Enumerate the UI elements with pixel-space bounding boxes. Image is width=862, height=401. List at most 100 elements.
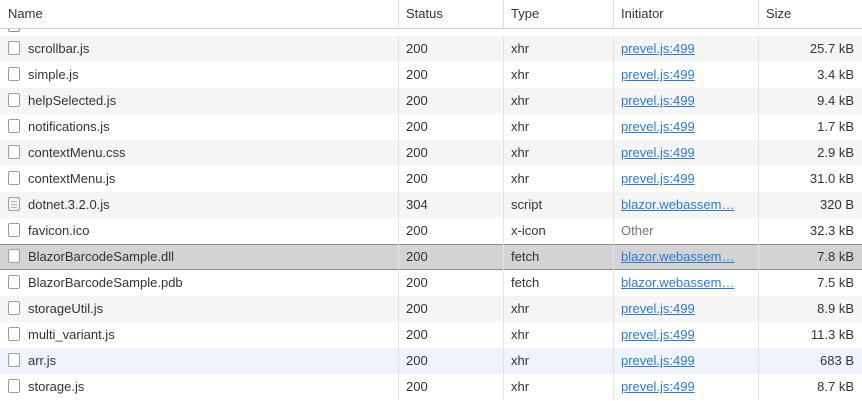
initiator-link[interactable]: prevel.js:499 (621, 67, 695, 82)
initiator-link[interactable]: blazor.webassem… (621, 249, 734, 264)
initiator-link[interactable]: prevel.js:499 (621, 327, 695, 342)
table-row[interactable]: helpSelected.js 200 xhr prevel.js:499 9.… (0, 88, 862, 114)
name-cell: multi_variant.js (0, 322, 398, 348)
initiator-cell: blazor.webassem… (613, 270, 758, 296)
file-name: dotnet.3.2.0.js (28, 197, 110, 212)
status-cell: 200 (398, 88, 503, 114)
name-cell: favicon.ico (0, 218, 398, 244)
file-name: multi_variant.js (28, 327, 115, 342)
size-cell: 25.7 kB (758, 36, 862, 62)
initiator-cell: prevel.js:499 (613, 166, 758, 192)
table-row[interactable]: contextMenu.js 200 xhr prevel.js:499 31.… (0, 166, 862, 192)
initiator-link[interactable]: blazor.webassem… (621, 197, 734, 212)
table-row[interactable]: notifications.js 200 xhr prevel.js:499 1… (0, 114, 862, 140)
size-cell: 2.9 kB (758, 140, 862, 166)
name-cell: simple.js (0, 62, 398, 88)
initiator-cell: prevel.js:499 (613, 62, 758, 88)
initiator-cell: prevel.js:499 (613, 140, 758, 166)
type-cell: xhr (503, 296, 613, 322)
file-icon (8, 353, 20, 367)
partially-scrolled-row[interactable] (0, 29, 862, 36)
table-body: scrollbar.js 200 xhr prevel.js:499 25.7 … (0, 29, 862, 400)
file-name: contextMenu.css (28, 145, 126, 160)
file-icon (8, 29, 20, 32)
table-row[interactable]: storageUtil.js 200 xhr prevel.js:499 8.9… (0, 296, 862, 322)
name-cell: storage.js (0, 374, 398, 400)
table-row[interactable]: arr.js 200 xhr prevel.js:499 683 B (0, 348, 862, 374)
initiator-link[interactable]: prevel.js:499 (621, 353, 695, 368)
file-name: favicon.ico (28, 223, 89, 238)
initiator-link[interactable]: prevel.js:499 (621, 171, 695, 186)
size-cell: 683 B (758, 348, 862, 374)
name-cell: BlazorBarcodeSample.dll (0, 244, 398, 270)
file-name: BlazorBarcodeSample.pdb (28, 275, 183, 290)
column-header-status[interactable]: Status (398, 0, 503, 28)
name-cell: contextMenu.js (0, 166, 398, 192)
size-cell: 32.3 kB (758, 218, 862, 244)
status-cell: 200 (398, 166, 503, 192)
file-icon (8, 119, 20, 133)
initiator-cell: blazor.webassem… (613, 192, 758, 218)
initiator-text: Other (621, 223, 654, 238)
column-header-size[interactable]: Size (758, 0, 862, 28)
file-name: BlazorBarcodeSample.dll (28, 249, 174, 264)
table-row[interactable]: contextMenu.css 200 xhr prevel.js:499 2.… (0, 140, 862, 166)
size-cell: 9.4 kB (758, 88, 862, 114)
table-row[interactable]: BlazorBarcodeSample.pdb 200 fetch blazor… (0, 270, 862, 296)
table-row[interactable]: multi_variant.js 200 xhr prevel.js:499 1… (0, 322, 862, 348)
size-cell: 8.7 kB (758, 374, 862, 400)
status-cell: 200 (398, 62, 503, 88)
column-header-initiator[interactable]: Initiator (613, 0, 758, 28)
status-cell: 200 (398, 374, 503, 400)
type-cell: xhr (503, 114, 613, 140)
table-row[interactable]: simple.js 200 xhr prevel.js:499 3.4 kB (0, 62, 862, 88)
initiator-link[interactable]: prevel.js:499 (621, 41, 695, 56)
name-cell: arr.js (0, 348, 398, 374)
type-cell: xhr (503, 166, 613, 192)
file-icon (8, 379, 20, 393)
file-icon (8, 249, 20, 263)
initiator-cell: prevel.js:499 (613, 296, 758, 322)
script-file-icon (8, 197, 20, 211)
table-row[interactable]: favicon.ico 200 x-icon Other 32.3 kB (0, 218, 862, 244)
file-name: arr.js (28, 353, 56, 368)
initiator-link[interactable]: prevel.js:499 (621, 301, 695, 316)
status-cell: 200 (398, 348, 503, 374)
file-icon (8, 301, 20, 315)
status-cell: 304 (398, 192, 503, 218)
initiator-cell: prevel.js:499 (613, 114, 758, 140)
column-header-name[interactable]: Name (0, 0, 398, 28)
initiator-link[interactable]: prevel.js:499 (621, 119, 695, 134)
initiator-link[interactable]: prevel.js:499 (621, 379, 695, 394)
status-cell: 200 (398, 244, 503, 270)
initiator-link[interactable]: prevel.js:499 (621, 93, 695, 108)
size-cell: 31.0 kB (758, 166, 862, 192)
initiator-cell: prevel.js:499 (613, 36, 758, 62)
file-name: storageUtil.js (28, 301, 103, 316)
size-cell: 7.8 kB (758, 244, 862, 270)
name-cell: scrollbar.js (0, 36, 398, 62)
initiator-link[interactable]: prevel.js:499 (621, 145, 695, 160)
status-cell: 200 (398, 114, 503, 140)
table-row[interactable]: storage.js 200 xhr prevel.js:499 8.7 kB (0, 374, 862, 400)
initiator-cell: Other (613, 218, 758, 244)
file-name: storage.js (28, 379, 84, 394)
table-row[interactable]: scrollbar.js 200 xhr prevel.js:499 25.7 … (0, 36, 862, 62)
name-cell: storageUtil.js (0, 296, 398, 322)
type-cell: xhr (503, 88, 613, 114)
status-cell: 200 (398, 140, 503, 166)
status-cell: 200 (398, 36, 503, 62)
status-cell: 200 (398, 218, 503, 244)
initiator-cell: prevel.js:499 (613, 348, 758, 374)
network-request-table: Name Status Type Initiator Size scrollba… (0, 0, 862, 401)
column-header-type[interactable]: Type (503, 0, 613, 28)
initiator-link[interactable]: blazor.webassem… (621, 275, 734, 290)
file-name: scrollbar.js (28, 41, 89, 56)
table-row[interactable]: dotnet.3.2.0.js 304 script blazor.webass… (0, 192, 862, 218)
name-cell: contextMenu.css (0, 140, 398, 166)
type-cell: x-icon (503, 218, 613, 244)
type-cell: fetch (503, 244, 613, 270)
size-cell: 1.7 kB (758, 114, 862, 140)
table-row[interactable]: BlazorBarcodeSample.dll 200 fetch blazor… (0, 244, 862, 270)
type-cell: fetch (503, 270, 613, 296)
